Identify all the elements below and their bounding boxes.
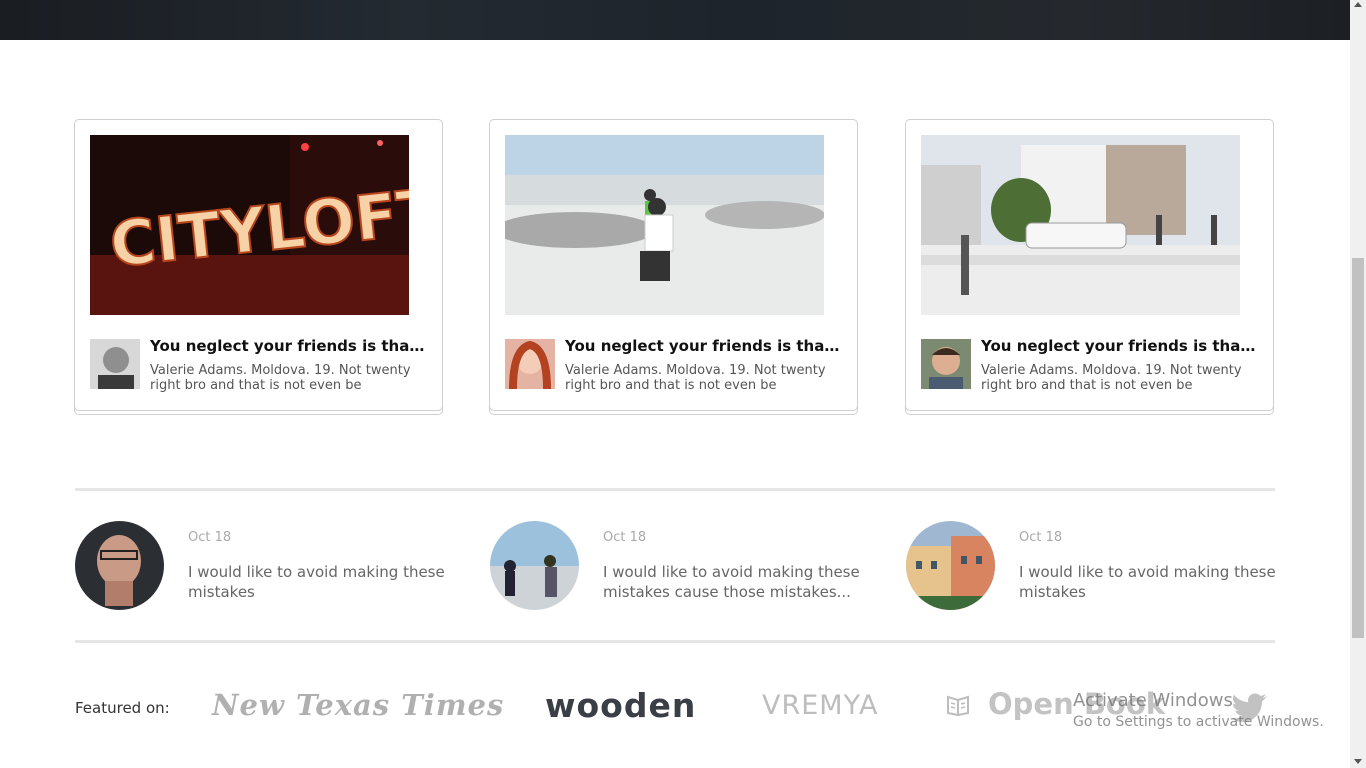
author-avatar[interactable] xyxy=(90,339,140,389)
author-avatar[interactable] xyxy=(505,339,555,389)
article-image-skatepark[interactable] xyxy=(505,135,824,315)
post-date: Oct 18 xyxy=(188,530,232,545)
article-excerpt: Valerie Adams. Moldova. 19. Not twenty r… xyxy=(150,363,411,393)
article-card[interactable]: You neglect your friends is that you... … xyxy=(905,119,1274,411)
scrollbar-thumb[interactable] xyxy=(1352,258,1364,638)
post-title[interactable]: I would like to avoid making these mista… xyxy=(1019,562,1289,602)
post-avatar[interactable] xyxy=(906,521,995,610)
post-date: Oct 18 xyxy=(603,530,647,545)
article-title[interactable]: You neglect your friends is that you... xyxy=(565,337,845,355)
post-title[interactable]: I would like to avoid making these mista… xyxy=(603,562,873,602)
post-avatar[interactable] xyxy=(75,521,164,610)
article-excerpt: Valerie Adams. Moldova. 19. Not twenty r… xyxy=(565,363,826,393)
page-scrollbar[interactable] xyxy=(1350,0,1366,768)
article-excerpt: Valerie Adams. Moldova. 19. Not twenty r… xyxy=(981,363,1242,393)
article-image-street[interactable] xyxy=(921,135,1240,315)
list-item[interactable]: Oct 18 I would like to avoid making thes… xyxy=(75,521,455,611)
featured-label: Featured on: xyxy=(75,699,170,717)
scroll-up-arrow-icon[interactable] xyxy=(1354,2,1362,7)
list-item[interactable]: Oct 18 I would like to avoid making thes… xyxy=(490,521,870,611)
section-divider xyxy=(75,640,1275,643)
post-title[interactable]: I would like to avoid making these mista… xyxy=(188,562,458,602)
activate-windows-subtitle: Go to Settings to activate Windows. xyxy=(1073,714,1324,730)
logo-vremya[interactable]: VREMYA xyxy=(762,690,878,721)
section-divider xyxy=(75,488,1275,491)
logo-wooden[interactable]: wooden xyxy=(545,686,696,725)
hero-image-strip xyxy=(0,0,1350,40)
article-card[interactable]: You neglect your friends is that you... … xyxy=(489,119,858,411)
scroll-down-arrow-icon[interactable] xyxy=(1354,759,1362,764)
post-date: Oct 18 xyxy=(1019,530,1063,545)
article-image-cityloft[interactable]: CITYLOFT xyxy=(90,135,409,315)
logo-new-texas-times[interactable]: New Texas Times xyxy=(212,688,504,722)
activate-windows-title: Activate Windows xyxy=(1073,690,1233,711)
post-avatar[interactable] xyxy=(490,521,579,610)
article-title[interactable]: You neglect your friends is that you... xyxy=(981,337,1261,355)
article-card[interactable]: CITYLOFT You neglect your friends is tha… xyxy=(74,119,443,411)
book-icon xyxy=(946,694,970,720)
article-title[interactable]: You neglect your friends is that you... xyxy=(150,337,430,355)
list-item[interactable]: Oct 18 I would like to avoid making thes… xyxy=(906,521,1286,611)
author-avatar[interactable] xyxy=(921,339,971,389)
